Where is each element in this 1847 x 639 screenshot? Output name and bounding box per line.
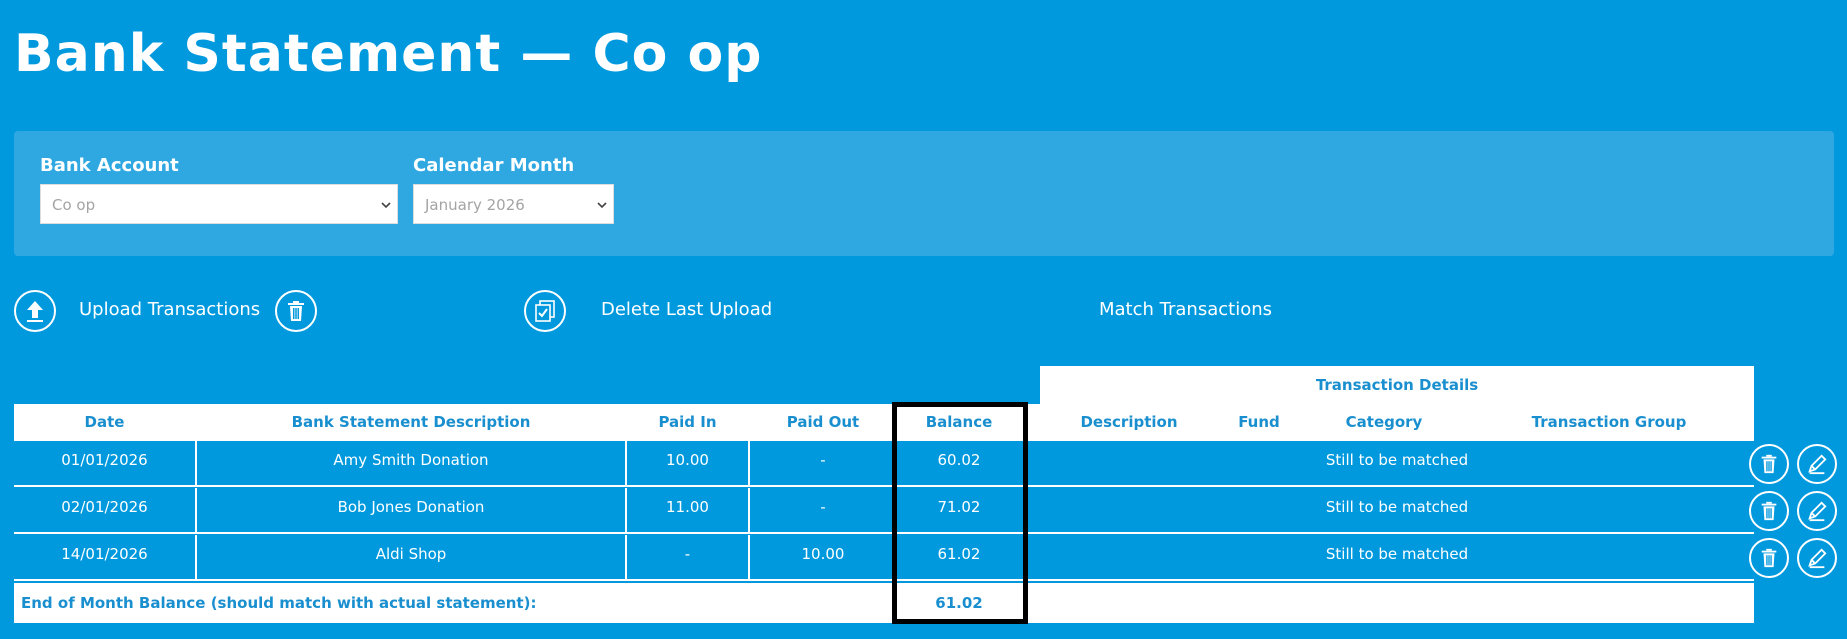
- edit-row-button[interactable]: [1797, 538, 1837, 578]
- upload-transactions-button[interactable]: Upload Transactions: [14, 290, 260, 332]
- trash-icon: [1761, 548, 1777, 568]
- row-paid-in: -: [684, 545, 691, 563]
- chevron-down-icon: [381, 202, 391, 209]
- row-paid-out: -: [820, 451, 826, 469]
- delete-row-button[interactable]: [1749, 444, 1789, 484]
- row-paid-in: 11.00: [666, 498, 709, 516]
- row-date: 01/01/2026: [61, 451, 148, 469]
- col-fund: Fund: [1238, 413, 1280, 431]
- row-date: 02/01/2026: [61, 498, 148, 516]
- calendar-month-label: Calendar Month: [413, 155, 575, 176]
- pencil-icon: [1808, 548, 1827, 569]
- col-transaction-group: Transaction Group: [1531, 413, 1687, 431]
- trash-icon: [1761, 501, 1777, 521]
- pencil-icon: [1808, 501, 1827, 522]
- trash-icon: [275, 290, 317, 332]
- row-description: Amy Smith Donation: [333, 451, 489, 469]
- transaction-details-header: Transaction Details: [1040, 366, 1754, 404]
- col-date: Date: [84, 413, 125, 431]
- bank-account-label: Bank Account: [40, 155, 179, 176]
- calendar-month-value: January 2026: [425, 196, 525, 214]
- edit-row-button[interactable]: [1797, 444, 1837, 484]
- pencil-icon: [1808, 454, 1827, 475]
- row-balance: 60.02: [937, 451, 981, 469]
- calendar-month-select[interactable]: January 2026: [413, 184, 614, 224]
- bank-account-field: Bank Account Co op: [40, 154, 398, 224]
- col-paid-in: Paid In: [658, 413, 717, 431]
- bank-account-value: Co op: [52, 196, 96, 214]
- bank-account-select[interactable]: Co op: [40, 184, 398, 224]
- col-category: Category: [1345, 413, 1423, 431]
- edit-row-button[interactable]: [1797, 491, 1837, 531]
- match-transactions-button[interactable]: Match Transactions: [524, 290, 1272, 332]
- upload-transactions-label: Upload Transactions: [79, 299, 261, 320]
- end-of-month-balance-label: End of Month Balance (should match with …: [21, 594, 537, 612]
- table-header-row: Date Bank Statement Description Paid In …: [14, 404, 1754, 441]
- row-description: Aldi Shop: [375, 545, 447, 563]
- upload-icon: [14, 290, 56, 332]
- delete-row-button[interactable]: [1749, 491, 1789, 531]
- col-balance: Balance: [925, 413, 993, 431]
- col-description: Description: [1080, 413, 1178, 431]
- delete-last-upload-button[interactable]: Delete Last Upload: [275, 290, 772, 332]
- delete-row-button[interactable]: [1749, 538, 1789, 578]
- table-row[interactable]: 14/01/2026 Aldi Shop - 10.00 61.02 Still…: [14, 535, 1754, 581]
- row-status: Still to be matched: [1325, 498, 1469, 516]
- trash-icon: [1761, 454, 1777, 474]
- row-status: Still to be matched: [1325, 545, 1469, 563]
- row-status: Still to be matched: [1325, 451, 1469, 469]
- match-transactions-label: Match Transactions: [1099, 299, 1272, 320]
- filter-panel: Bank Account Co op Calendar Month Januar…: [14, 131, 1834, 256]
- chevron-down-icon: [597, 202, 607, 209]
- table-row[interactable]: 02/01/2026 Bob Jones Donation 11.00 - 71…: [14, 488, 1754, 534]
- end-of-month-balance-row: End of Month Balance (should match with …: [14, 583, 1754, 623]
- page-title: Bank Statement — Co op: [14, 24, 763, 84]
- row-balance: 71.02: [937, 498, 981, 516]
- row-paid-out: -: [820, 498, 826, 516]
- match-icon: [524, 290, 566, 332]
- row-description: Bob Jones Donation: [337, 498, 485, 516]
- row-date: 14/01/2026: [61, 545, 148, 563]
- table-row[interactable]: 01/01/2026 Amy Smith Donation 10.00 - 60…: [14, 441, 1754, 487]
- row-paid-out: 10.00: [801, 545, 845, 563]
- calendar-month-field: Calendar Month January 2026: [413, 154, 614, 224]
- row-paid-in: 10.00: [666, 451, 709, 469]
- col-paid-out: Paid Out: [786, 413, 860, 431]
- end-of-month-balance-value: 61.02: [935, 594, 983, 612]
- col-bank-statement-description: Bank Statement Description: [291, 413, 531, 431]
- row-balance: 61.02: [937, 545, 981, 563]
